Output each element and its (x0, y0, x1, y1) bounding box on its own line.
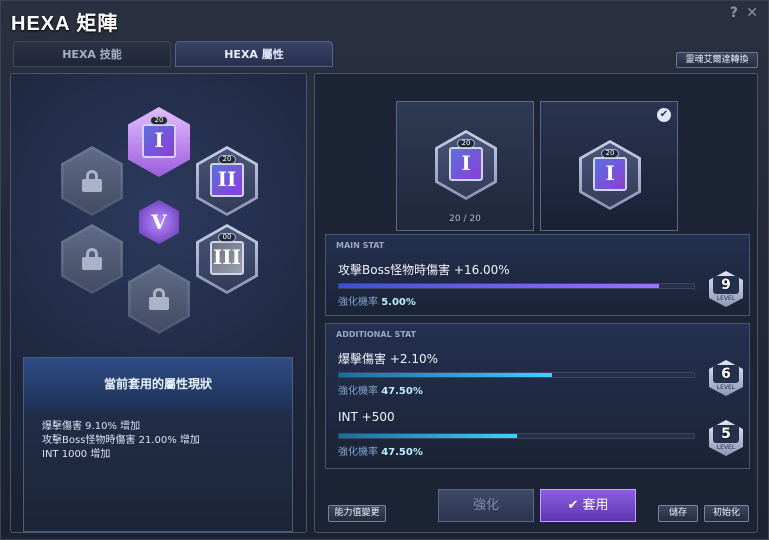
probability-label: 強化機率 (338, 297, 378, 308)
core-slot-upper-left[interactable] (61, 146, 123, 216)
main-stat-name: 攻擊Boss怪物時傷害 +16.00% (338, 263, 510, 277)
stat-core-icon: I (449, 147, 483, 181)
core-slot-upper-right[interactable]: 20 II (196, 146, 258, 216)
additional-stat-progress-fill (339, 373, 552, 377)
check-icon: ✔ (657, 108, 671, 122)
core-slot-lower-left[interactable] (61, 224, 123, 294)
core-preview-card-current[interactable]: 20 I 20 / 20 (396, 101, 534, 231)
main-stat-probability: 強化機率 5.00% (338, 293, 416, 308)
main-stat-progress-fill (339, 284, 659, 288)
additional-stat-name: INT +500 (338, 410, 395, 424)
hexa-emblem-symbol: V (151, 210, 167, 234)
probability-label: 強化機率 (338, 447, 378, 458)
tab-hexa-skill[interactable]: HEXA 技能 (13, 41, 171, 67)
additional-stat-progress-fill (339, 434, 517, 438)
hexa-matrix-window: HEXA 矩陣 ? ✕ HEXA 技能 HEXA 屬性 靈魂艾爾達轉換 20 I… (0, 0, 769, 540)
status-line: 攻擊Boss怪物時傷害 21.00% 增加 (42, 435, 200, 446)
additional-stat-name: 爆擊傷害 +2.10% (338, 352, 438, 366)
additional-stat-probability: 強化機率 47.50% (338, 443, 423, 458)
save-button[interactable]: 儲存 (658, 505, 698, 522)
probability-value: 47.50% (381, 386, 423, 397)
level-number: 6 (713, 365, 739, 383)
help-button[interactable]: ? (730, 5, 738, 21)
stat-core-icon: II (210, 163, 244, 197)
level-number: 9 (713, 276, 739, 294)
additional-stat-label: ADDITIONAL STAT (336, 330, 417, 339)
status-line: INT 1000 增加 (42, 449, 111, 460)
additional-stat-probability: 強化機率 47.50% (338, 382, 423, 397)
status-title: 當前套用的屬性現狀 (24, 358, 292, 410)
core-preview-hex: 20 I (579, 140, 641, 210)
core-level-badge: 20 (457, 139, 475, 148)
core-slot-bottom[interactable] (128, 264, 190, 334)
apply-label: 套用 (582, 498, 609, 513)
stat-core-icon: III (210, 241, 244, 275)
check-circle-icon: ✔ (567, 498, 579, 513)
core-level-badge: 20 (218, 155, 236, 164)
core-level-badge: 20 (601, 149, 619, 158)
level-caption: LEVEL (716, 295, 736, 302)
sol-erda-convert-button[interactable]: 靈魂艾爾達轉換 (676, 52, 758, 68)
main-stat-progress-bar (338, 283, 695, 289)
core-slot-top[interactable]: 20 I (128, 107, 190, 177)
additional-stat-level-badge: 6 LEVEL (709, 360, 743, 396)
additional-stat-section: ADDITIONAL STAT 爆擊傷害 +2.10% 強化機率 47.50% … (325, 323, 750, 469)
reset-button[interactable]: 初始化 (704, 505, 749, 522)
apply-button[interactable]: ✔ 套用 (540, 489, 636, 522)
close-button[interactable]: ✕ (746, 5, 758, 21)
core-level-badge: 00 (218, 233, 236, 242)
lock-icon (82, 170, 102, 192)
tab-hexa-stat[interactable]: HEXA 屬性 (175, 41, 333, 67)
stat-core-icon: I (142, 124, 176, 158)
main-stat-label: MAIN STAT (336, 241, 385, 250)
core-preview-hex: 20 I (435, 130, 497, 200)
current-stat-status-box: 當前套用的屬性現狀 爆擊傷害 9.10% 增加 攻擊Boss怪物時傷害 21.0… (23, 357, 293, 532)
lock-icon (149, 288, 169, 310)
core-board-panel: 20 I 20 II 00 III V 當前套用的屬性現狀 爆擊傷害 9.10%… (10, 73, 307, 533)
core-slot-lower-right[interactable]: 00 III (196, 224, 258, 294)
stat-core-icon: I (593, 157, 627, 191)
level-number: 5 (713, 425, 739, 443)
probability-value: 47.50% (381, 447, 423, 458)
hexa-emblem-icon: V (139, 200, 179, 244)
core-level-badge: 20 (150, 116, 168, 125)
window-title: HEXA 矩陣 (11, 13, 119, 35)
core-preview-card-selected[interactable]: ✔ 20 I (540, 101, 678, 231)
main-stat-section: MAIN STAT 攻擊Boss怪物時傷害 +16.00% 強化機率 5.00%… (325, 234, 750, 316)
level-caption: LEVEL (716, 384, 736, 391)
additional-stat-level-badge: 5 LEVEL (709, 420, 743, 456)
level-caption: LEVEL (716, 444, 736, 451)
probability-label: 強化機率 (338, 386, 378, 397)
core-count-label: 20 / 20 (449, 214, 481, 224)
main-stat-level-badge: 9 LEVEL (709, 271, 743, 307)
additional-stat-progress-bar (338, 372, 695, 378)
additional-stat-progress-bar (338, 433, 695, 439)
status-line: 爆擊傷害 9.10% 增加 (42, 421, 141, 432)
lock-icon (82, 248, 102, 270)
probability-value: 5.00% (381, 297, 416, 308)
ability-change-button[interactable]: 能力值變更 (328, 505, 386, 522)
upgrade-button[interactable]: 強化 (438, 489, 534, 522)
